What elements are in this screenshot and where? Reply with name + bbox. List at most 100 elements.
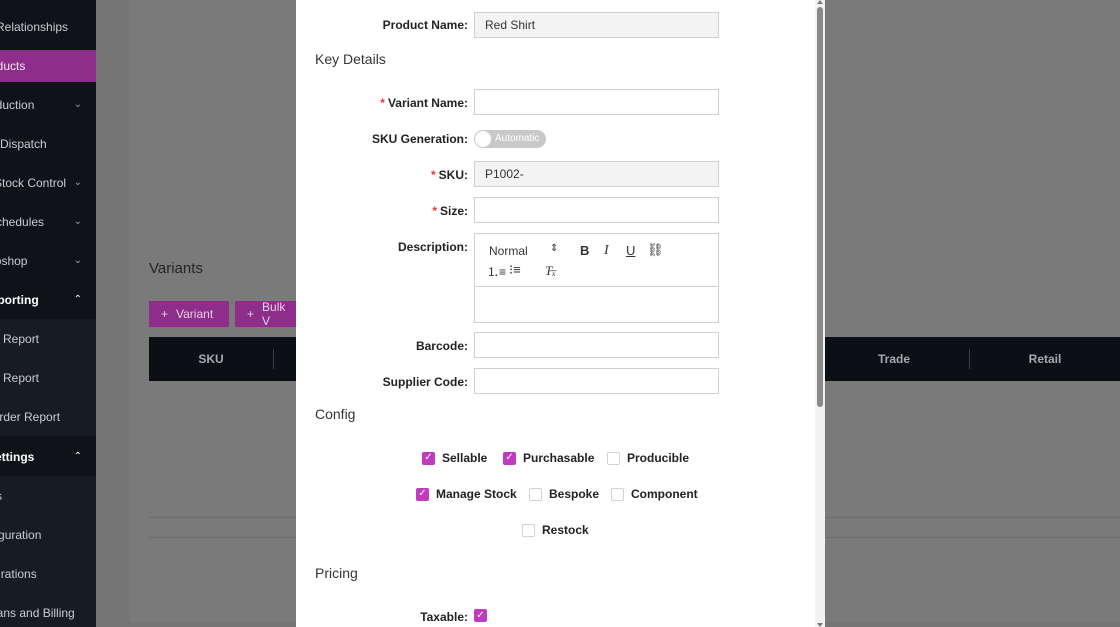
scrollbar-thumb[interactable] — [817, 7, 823, 407]
chevron-down-icon: ⌄ — [73, 255, 82, 266]
key-details-heading: Key Details — [315, 51, 386, 67]
checkmark-icon: ✓ — [503, 451, 516, 465]
bespoke-checkbox[interactable]: Bespoke — [529, 487, 599, 501]
bulk-variant-button[interactable]: + Bulk V — [235, 300, 305, 328]
sidebar-item-schedules[interactable]: Schedules ⌄ — [0, 202, 96, 241]
italic-button[interactable]: I — [604, 243, 609, 259]
size-input[interactable] — [474, 197, 719, 223]
sidebar-subitem-plans-and-billing[interactable]: Plans and Billing — [0, 593, 96, 627]
supplier-code-input[interactable] — [474, 368, 719, 394]
checkbox-label: Purchasable — [523, 451, 595, 465]
manage-stock-checkbox[interactable]: ✓ Manage Stock — [416, 487, 517, 501]
ordered-list-icon[interactable]: ⒈≡ — [487, 263, 506, 280]
column-header-trade[interactable]: Trade — [819, 337, 969, 381]
toggle-label: Automatic — [495, 133, 540, 144]
barcode-label: Barcode: — [415, 339, 468, 353]
checkmark-icon: ✓ — [422, 451, 435, 465]
variant-modal: Product Name: Red Shirt Key Details * Var… — [296, 0, 825, 627]
column-header-retail[interactable]: Retail — [970, 337, 1120, 381]
column-header-sku[interactable]: SKU — [149, 337, 273, 381]
toggle-knob — [475, 131, 491, 147]
label-text: Product Name — [382, 18, 464, 32]
bullet-list-icon[interactable]: ⁝≡ — [509, 262, 521, 278]
checkbox-box — [607, 451, 620, 465]
sidebar-subitem-s[interactable]: s — [0, 476, 96, 515]
taxable-checkbox[interactable]: ✓ — [474, 609, 487, 622]
sidebar-item-label: Report — [3, 370, 40, 385]
sidebar-item-webshop[interactable]: Webshop ⌄ — [0, 241, 96, 280]
checkbox-box — [611, 487, 624, 501]
chevron-down-icon: ⌄ — [73, 177, 82, 188]
sidebar-item-production[interactable]: Production ⌄ — [0, 85, 96, 124]
label-text: SKU — [438, 168, 464, 182]
taxable-label: Taxable: — [420, 610, 468, 624]
sidebar-item-relationships[interactable]: Relationships — [0, 7, 96, 46]
link-icon[interactable]: ⛓ — [647, 242, 664, 258]
checkmark-icon: ✓ — [474, 609, 487, 622]
sellable-checkbox[interactable]: ✓ Sellable — [422, 451, 487, 465]
sku-label: * SKU: — [430, 168, 468, 182]
sku-generation-toggle[interactable]: Automatic — [474, 130, 546, 148]
chevron-up-icon: ⌃ — [73, 451, 82, 462]
scroll-down-arrow-icon[interactable] — [817, 623, 823, 627]
label-text: SKU Generation — [371, 132, 464, 146]
add-variant-button[interactable]: + Variant — [149, 301, 229, 327]
sidebar-item-label: Report — [3, 331, 40, 346]
product-name-input[interactable]: Red Shirt — [474, 12, 719, 38]
format-select[interactable]: Normal — [489, 244, 528, 258]
bold-button[interactable]: B — [580, 243, 589, 258]
description-editor: Normal ⇕ B I U ⛓ ⒈≡ ⁝≡ T̶ₓ — [474, 233, 719, 323]
modal-scrollbar[interactable] — [815, 0, 825, 627]
sidebar-item-label: Order Report — [0, 409, 61, 424]
sidebar-item-label: Relationships — [0, 19, 69, 34]
clear-format-icon[interactable]: T̶ₓ — [545, 263, 556, 279]
sidebar-item-label: Production — [0, 97, 35, 112]
component-checkbox[interactable]: Component — [611, 487, 698, 501]
producible-checkbox[interactable]: Producible — [607, 451, 689, 465]
purchasable-checkbox[interactable]: ✓ Purchasable — [503, 451, 594, 465]
checkbox-label: Bespoke — [549, 487, 600, 501]
checkbox-label: Restock — [542, 523, 589, 537]
sidebar-item-label: Plans and Billing — [0, 605, 75, 620]
product-name-label: Product Name: — [382, 18, 468, 32]
label-text: Taxable — [420, 610, 464, 624]
checkbox-label: Sellable — [442, 451, 488, 465]
sidebar-item-label: Integrations — [0, 566, 37, 581]
sidebar-item-dispatch[interactable]: Dispatch — [0, 124, 96, 163]
chevron-up-icon: ⌃ — [73, 294, 82, 305]
sidebar-subitem-order-report[interactable]: Order Report — [0, 397, 96, 436]
checkbox-label: Component — [631, 487, 698, 501]
bulk-variant-label: Bulk V — [262, 300, 286, 328]
label-text: Supplier Code — [382, 375, 464, 389]
checkbox-label: Manage Stock — [436, 487, 517, 501]
sidebar-item-label: Dispatch — [0, 136, 47, 151]
sidebar-item-label: Schedules — [0, 214, 45, 229]
pricing-heading: Pricing — [315, 565, 358, 581]
checkbox-label: Producible — [627, 451, 690, 465]
sidebar-subitem-integrations[interactable]: Integrations — [0, 554, 96, 593]
sidebar-item-label: Webshop — [0, 253, 28, 268]
restock-checkbox[interactable]: Restock — [522, 523, 589, 537]
sidebar-item-label: Stock Control — [0, 175, 67, 190]
sidebar-subitem-report[interactable]: Report — [0, 358, 96, 397]
variants-title: Variants — [149, 260, 203, 277]
plus-icon: + — [161, 307, 169, 321]
select-arrows-icon: ⇕ — [550, 243, 559, 254]
scroll-up-arrow-icon[interactable] — [817, 0, 823, 4]
sidebar-subitem-configuration[interactable]: Configuration — [0, 515, 96, 554]
underline-button[interactable]: U — [626, 243, 635, 258]
required-asterisk: * — [380, 96, 385, 110]
sidebar-item-label: Settings — [0, 449, 35, 464]
sku-input[interactable]: P1002- — [474, 161, 719, 187]
sidebar-item-settings[interactable]: Settings ⌃ — [0, 437, 96, 476]
sidebar-item-label: Reporting — [0, 292, 39, 307]
description-label: Description: — [397, 240, 468, 254]
sidebar-item-reporting[interactable]: Reporting ⌃ — [0, 280, 96, 319]
sidebar-item-stock-control[interactable]: Stock Control ⌄ — [0, 163, 96, 202]
sidebar-item-products[interactable]: Products — [0, 50, 96, 82]
variant-name-input[interactable] — [474, 89, 719, 115]
barcode-input[interactable] — [474, 332, 719, 358]
chevron-down-icon: ⌄ — [73, 99, 82, 110]
label-text: Barcode — [415, 339, 464, 353]
sidebar-subitem-report[interactable]: Report — [0, 319, 96, 358]
